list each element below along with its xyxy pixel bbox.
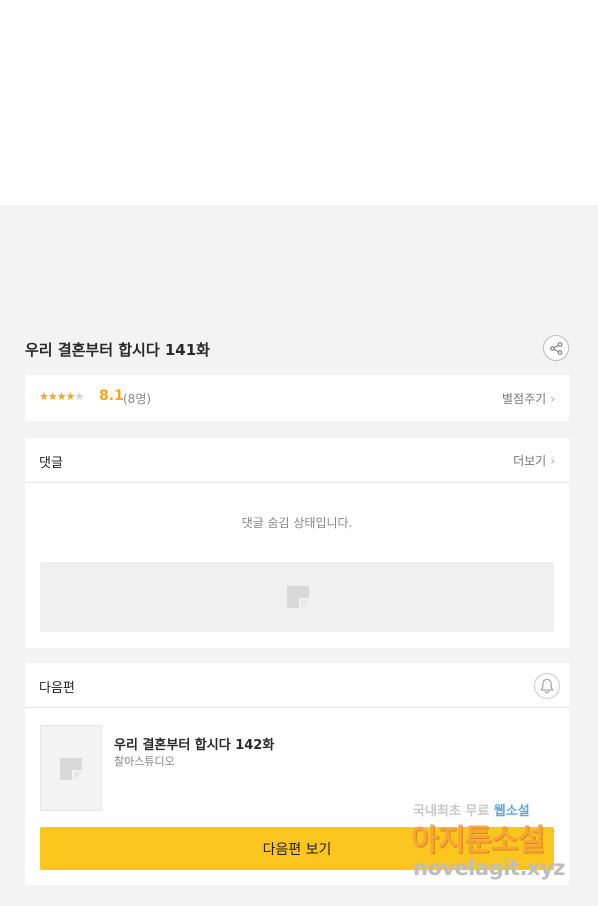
rate-label: 별점주기: [502, 392, 547, 406]
chevron-right-icon: ›: [550, 454, 555, 468]
bell-icon: [540, 678, 554, 694]
watermark-logo-text: 아지툰소설: [411, 823, 545, 858]
chevron-right-icon: ›: [550, 392, 555, 406]
comments-hidden-message: 댓글 숨김 상태입니다.: [241, 516, 353, 530]
image-placeholder-icon: [287, 586, 309, 608]
ad-placeholder[interactable]: [40, 562, 554, 632]
image-placeholder-icon: [60, 758, 82, 780]
episode-title: 우리 결혼부터 합시다 141화: [25, 341, 210, 359]
comments-more-button[interactable]: 더보기 ›: [513, 452, 555, 469]
comments-title: 댓글: [39, 456, 63, 471]
comments-card: 댓글 더보기 › 댓글 숨김 상태입니다.: [25, 438, 569, 648]
star-rating: ★★★★★: [39, 390, 84, 403]
rating-count: (8명): [123, 392, 152, 406]
comments-header: 댓글 더보기 ›: [25, 438, 569, 483]
rating-score: 8.1: [99, 388, 124, 404]
watermark-url: novelagit.xyz: [413, 856, 565, 880]
site-watermark: 국내최초 무료 웹소설 아지툰소설 novelagit.xyz: [411, 800, 581, 886]
star-empty-icons: ★: [74, 390, 84, 403]
share-icon: [550, 342, 563, 355]
rating-card: ★★★★★ 8.1 (8명) 별점주기 ›: [25, 375, 569, 421]
next-episode-thumbnail[interactable]: [40, 725, 102, 811]
rate-button[interactable]: 별점주기 ›: [502, 390, 555, 407]
notification-button[interactable]: [534, 673, 560, 699]
next-episode-header: 다음편: [25, 663, 569, 708]
more-label: 더보기: [513, 454, 547, 468]
share-button[interactable]: [543, 335, 569, 361]
star-filled-icons: ★★★★: [39, 390, 75, 403]
next-episode-title[interactable]: 우리 결혼부터 합시다 142화: [114, 734, 274, 753]
episode-title-row: 우리 결혼부터 합시다 141화: [25, 333, 571, 365]
next-episode-studio: 찰아스튜디오: [114, 755, 175, 768]
next-episode-heading: 다음편: [39, 681, 75, 696]
content-area-blank: [0, 0, 598, 205]
